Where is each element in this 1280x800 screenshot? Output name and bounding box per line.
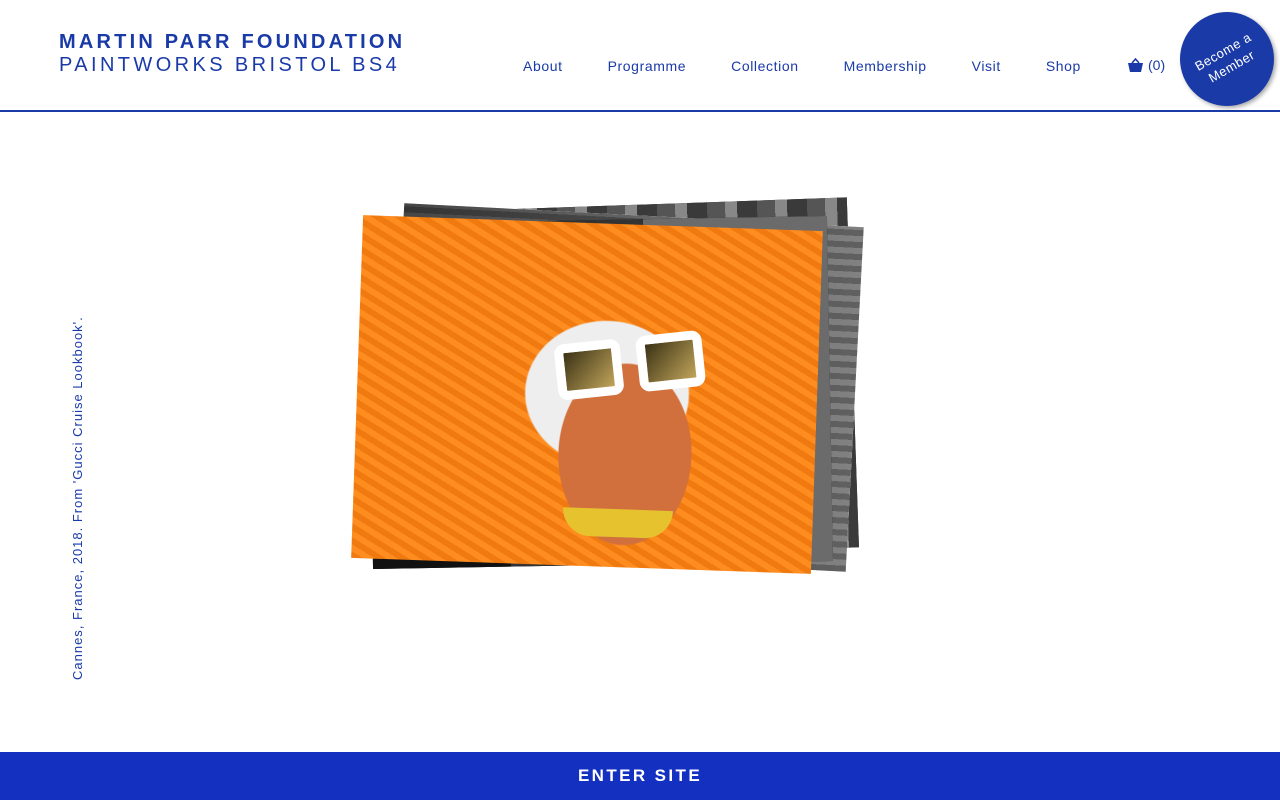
nav-collection[interactable]: Collection [731, 58, 798, 74]
basket-count: (0) [1148, 57, 1166, 73]
nav-programme[interactable]: Programme [608, 58, 687, 74]
enter-site-label: ENTER SITE [577, 766, 703, 785]
photo-stack[interactable] [340, 190, 900, 610]
necklace-detail [562, 507, 673, 540]
lens-right [634, 329, 707, 393]
nav-visit[interactable]: Visit [972, 58, 1001, 74]
nav-about[interactable]: About [523, 58, 563, 74]
enter-site-button[interactable]: ENTER SITE [0, 752, 1280, 800]
photo-caption-text: Cannes, France, 2018. From 'Gucci Cruise… [70, 316, 85, 680]
nav-shop[interactable]: Shop [1046, 58, 1081, 74]
photo-caption: Cannes, France, 2018. From 'Gucci Cruise… [57, 316, 87, 680]
become-member-button[interactable]: Become a Member [1180, 12, 1274, 106]
basket-icon [1128, 57, 1143, 72]
site-header: MARTIN PARR FOUNDATION PAINTWORKS BRISTO… [0, 0, 1280, 112]
nav-membership[interactable]: Membership [844, 58, 927, 74]
site-logo[interactable]: MARTIN PARR FOUNDATION PAINTWORKS BRISTO… [59, 31, 405, 77]
main-nav: About Programme Collection Membership Vi… [523, 56, 1081, 76]
brand-name: MARTIN PARR FOUNDATION [59, 31, 406, 53]
basket-button[interactable]: (0) [1127, 57, 1165, 73]
sunglasses-detail [553, 328, 718, 404]
member-badge-text: Become a Member [1191, 29, 1262, 90]
featured-photo [351, 215, 823, 574]
lens-left [553, 338, 625, 401]
brand-location: PAINTWORKS BRISTOL BS4 [59, 54, 401, 76]
